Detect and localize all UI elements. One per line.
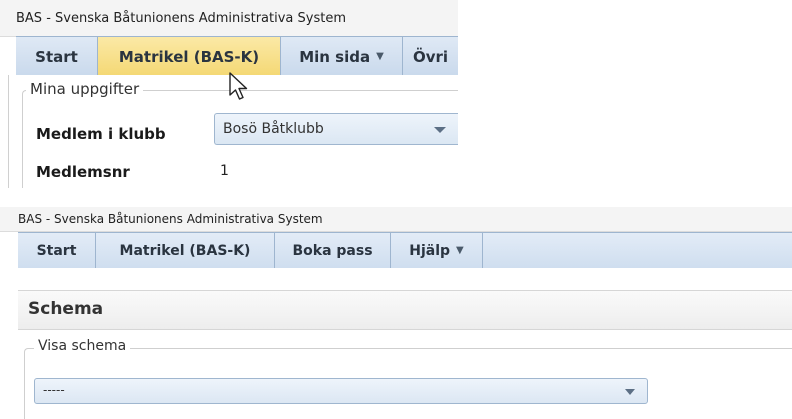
app-title: BAS - Svenska Båtunionens Administrativa… xyxy=(18,212,323,226)
menu-matrikel-label: Matrikel (BAS-K) xyxy=(119,242,251,259)
club-select-value: Bosö Båtklubb xyxy=(223,121,324,137)
chevron-down-icon: ▼ xyxy=(376,51,384,62)
menu-matrikel-label: Matrikel (BAS-K) xyxy=(118,47,260,66)
page-title: Schema xyxy=(28,299,104,319)
app-title: BAS - Svenska Båtunionens Administrativa… xyxy=(16,11,346,26)
screenshot-bottom: BAS - Svenska Båtunionens Administrativa… xyxy=(0,207,792,419)
menu-min-sida-label: Min sida xyxy=(299,47,371,66)
title-bar: BAS - Svenska Båtunionens Administrativa… xyxy=(0,207,792,232)
menu-min-sida[interactable]: Min sida ▼ xyxy=(281,37,403,76)
menu-start[interactable]: Start xyxy=(18,233,96,268)
club-select[interactable]: Bosö Båtklubb xyxy=(214,113,458,145)
menu-boka-pass[interactable]: Boka pass xyxy=(275,233,391,268)
menu-hjalp-label: Hjälp xyxy=(409,242,451,259)
main-menu-bar: Start Matrikel (BAS-K) Boka pass Hjälp ▼ xyxy=(18,232,792,269)
screenshot-top: BAS - Svenska Båtunionens Administrativa… xyxy=(0,0,458,188)
schema-select-value: ----- xyxy=(43,383,65,397)
mouse-pointer-icon xyxy=(229,72,248,100)
menu-start-label: Start xyxy=(36,242,77,259)
menu-start-label: Start xyxy=(35,47,78,66)
club-label: Medlem i klubb xyxy=(36,125,166,143)
menu-boka-pass-label: Boka pass xyxy=(292,242,373,259)
page-header: Schema xyxy=(18,290,792,330)
schema-select[interactable]: ----- xyxy=(34,378,648,404)
title-bar: BAS - Svenska Båtunionens Administrativa… xyxy=(0,0,458,37)
chevron-down-icon xyxy=(625,389,635,395)
menu-ovrigt[interactable]: Övri xyxy=(403,37,458,76)
member-no-value: 1 xyxy=(220,163,229,179)
menu-start[interactable]: Start xyxy=(16,37,98,76)
chevron-down-icon xyxy=(434,127,446,133)
menu-ovrigt-label: Övri xyxy=(413,47,449,66)
menu-hjalp[interactable]: Hjälp ▼ xyxy=(391,233,483,268)
chevron-down-icon: ▼ xyxy=(456,245,464,256)
content-area: Schema Visa schema ----- xyxy=(18,268,792,419)
menu-matrikel[interactable]: Matrikel (BAS-K) xyxy=(98,37,281,76)
fieldset-legend: Mina uppgifter xyxy=(26,80,144,98)
menu-matrikel[interactable]: Matrikel (BAS-K) xyxy=(96,233,275,268)
fieldset-legend: Visa schema xyxy=(34,338,131,354)
member-no-label: Medlemsnr xyxy=(36,163,130,181)
